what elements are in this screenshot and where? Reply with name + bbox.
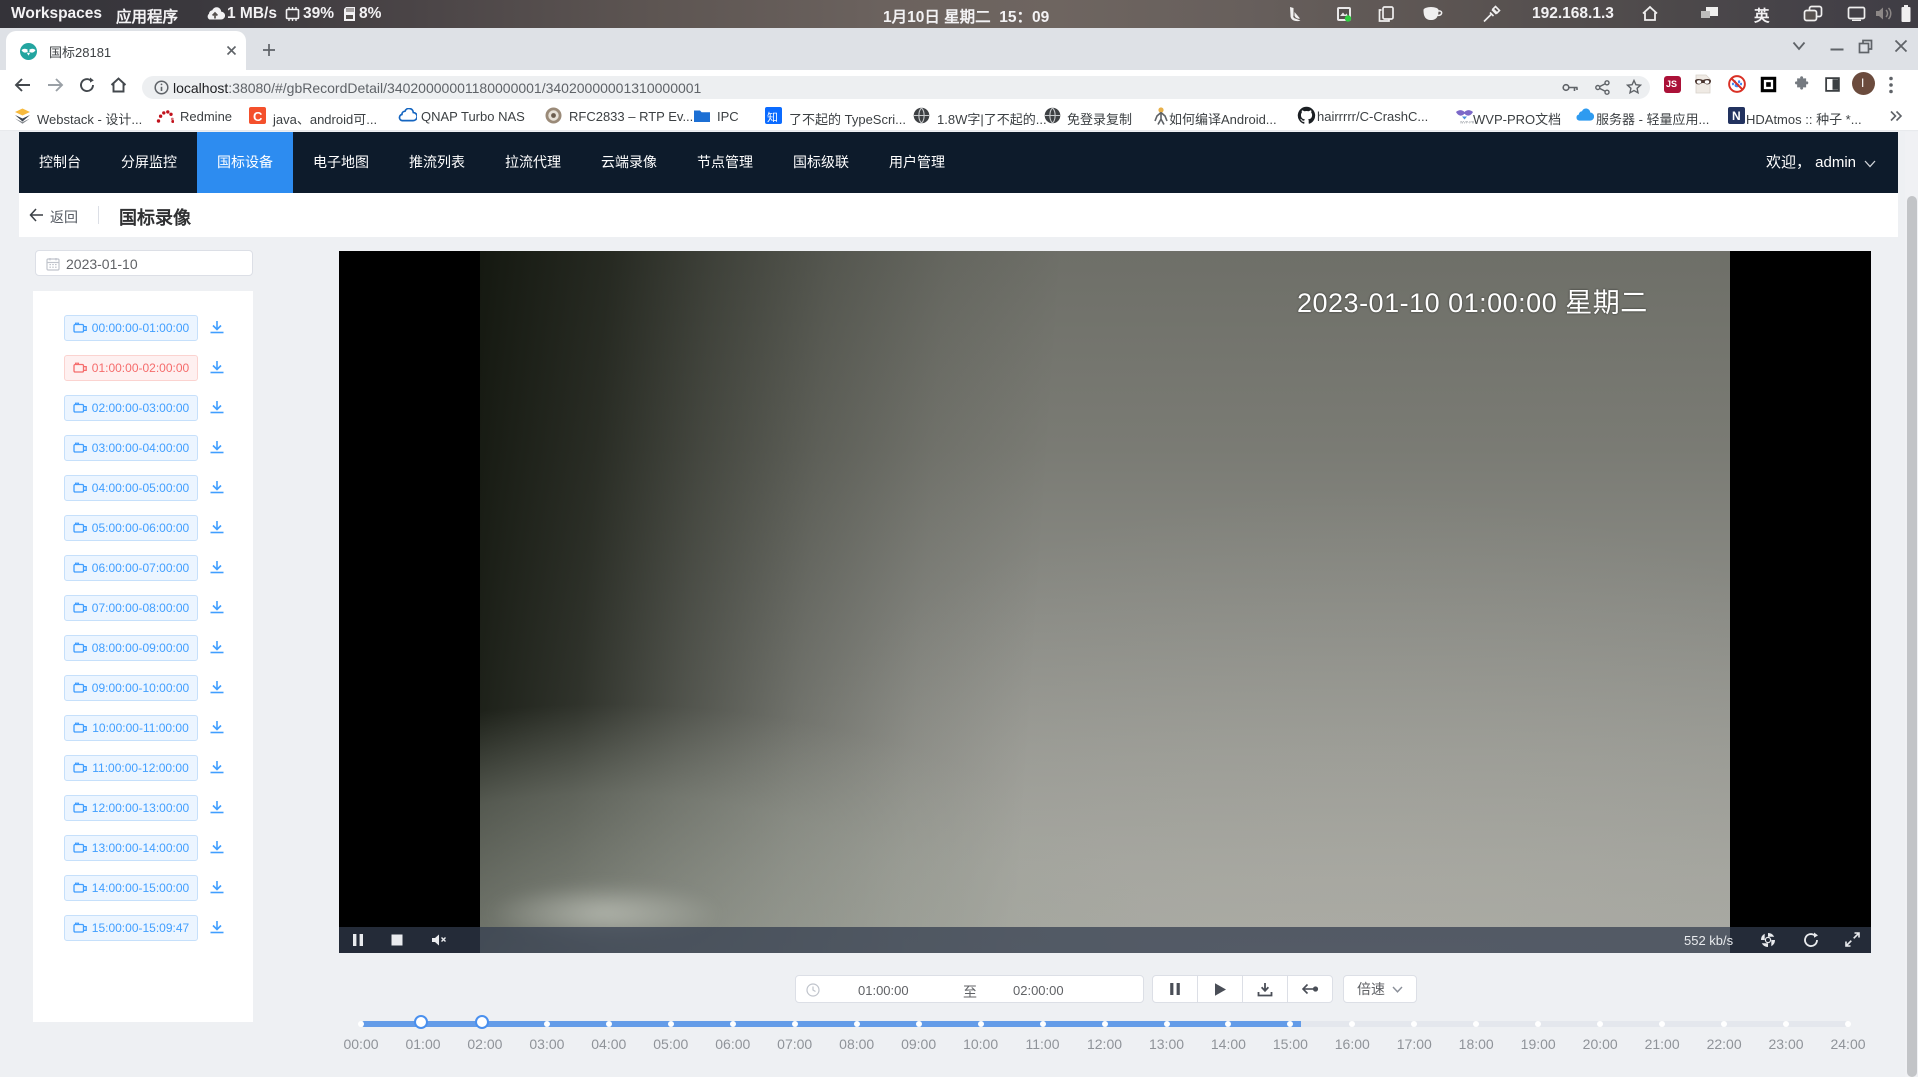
- svg-text:WVP-PRO: WVP-PRO: [1460, 121, 1474, 125]
